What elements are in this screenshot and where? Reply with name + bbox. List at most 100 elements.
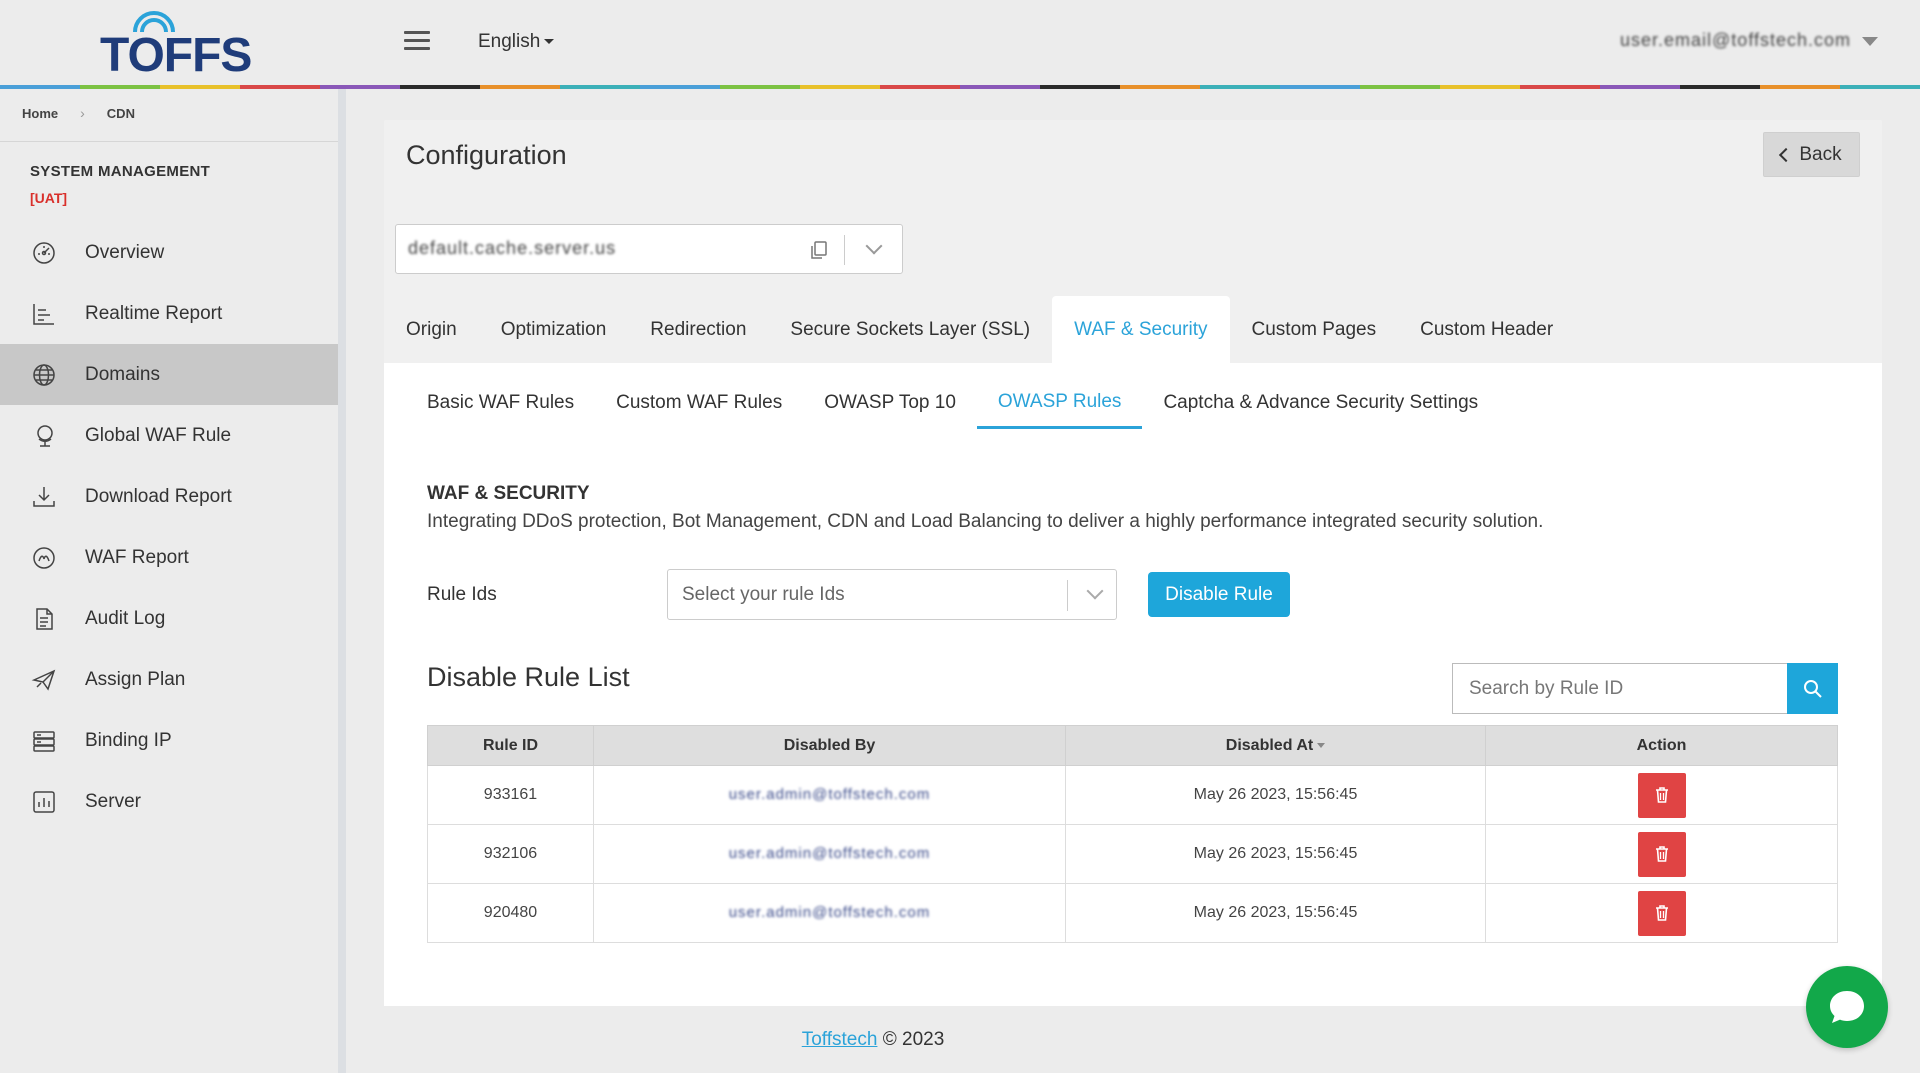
caret-down-icon xyxy=(544,39,555,45)
sidebar-menu: Overview Realtime Report Domains Global … xyxy=(0,222,338,832)
sidebar-item-global-waf-rule[interactable]: Global WAF Rule xyxy=(0,405,338,466)
back-button[interactable]: Back xyxy=(1763,132,1860,177)
chevron-left-icon xyxy=(1779,147,1794,163)
section-description: Integrating DDoS protection, Bot Managem… xyxy=(427,511,1544,532)
disabled-rules-table: Rule ID Disabled By Disabled At Action 9… xyxy=(427,725,1838,943)
back-label: Back xyxy=(1799,143,1842,165)
copy-icon[interactable] xyxy=(808,239,830,261)
rainbow-segment xyxy=(1360,85,1440,89)
sidebar-item-server[interactable]: Server xyxy=(0,771,338,832)
sidebar-item-waf-report[interactable]: WAF Report xyxy=(0,527,338,588)
delete-button[interactable] xyxy=(1637,890,1686,936)
sidebar-item-binding-ip[interactable]: Binding IP xyxy=(0,710,338,771)
language-label: English xyxy=(478,31,541,52)
rule-id-cell: 920480 xyxy=(427,883,594,943)
rule-ids-label: Rule Ids xyxy=(427,584,497,605)
disabled-at-cell: May 26 2023, 15:56:45 xyxy=(1065,824,1486,884)
tab-origin[interactable]: Origin xyxy=(384,296,479,363)
col-disabled-at-label: Disabled At xyxy=(1225,736,1314,754)
rainbow-segment xyxy=(1200,85,1280,89)
document-icon xyxy=(30,605,58,633)
search-icon xyxy=(1803,679,1822,698)
rainbow-segment xyxy=(1840,85,1920,89)
sidebar-item-label: Domains xyxy=(85,363,160,385)
tab-optimization[interactable]: Optimization xyxy=(479,296,629,363)
chat-button[interactable] xyxy=(1806,966,1888,1048)
sidebar-item-realtime-report[interactable]: Realtime Report xyxy=(0,283,338,344)
tab-ssl[interactable]: Secure Sockets Layer (SSL) xyxy=(768,296,1052,363)
sidebar-item-download-report[interactable]: Download Report xyxy=(0,466,338,527)
table-row: 932106 user.admin@toffstech.com May 26 2… xyxy=(427,824,1838,884)
select-separator xyxy=(1067,580,1068,611)
subtab-owasp-rules[interactable]: OWASP Rules xyxy=(976,377,1143,429)
search-button[interactable] xyxy=(1787,663,1838,714)
footer-link[interactable]: Toffstech xyxy=(802,1029,878,1050)
toffs-logo[interactable]: TOFFS xyxy=(100,8,252,82)
sidebar: Home › CDN SYSTEM MANAGEMENT [UAT] Overv… xyxy=(0,89,346,1073)
top-bar: TOFFS English user.email@toffstech.com xyxy=(0,0,1920,89)
rainbow-segment xyxy=(640,85,720,89)
subtab-basic-waf-rules[interactable]: Basic WAF Rules xyxy=(406,377,595,429)
sort-caret-icon xyxy=(1317,742,1326,748)
action-cell xyxy=(1485,883,1838,943)
breadcrumb-current: CDN xyxy=(106,105,135,121)
disabled-by-value: user.admin@toffstech.com xyxy=(728,786,931,803)
search-rule-id-field[interactable] xyxy=(1452,663,1788,714)
rainbow-segment xyxy=(1760,85,1840,89)
sidebar-item-label: Download Report xyxy=(85,485,232,507)
disable-rule-button[interactable]: Disable Rule xyxy=(1148,572,1290,617)
breadcrumb-home[interactable]: Home xyxy=(22,106,58,121)
action-cell xyxy=(1485,765,1838,825)
rainbow-segment xyxy=(1040,85,1120,89)
hamburger-icon[interactable] xyxy=(404,31,430,55)
subtab-owasp-top-10[interactable]: OWASP Top 10 xyxy=(803,377,977,429)
page-title: Configuration xyxy=(406,140,567,170)
divider xyxy=(0,141,338,142)
sidebar-item-assign-plan[interactable]: Assign Plan xyxy=(0,649,338,710)
subtab-custom-waf-rules[interactable]: Custom WAF Rules xyxy=(595,377,803,429)
sidebar-item-domains[interactable]: Domains xyxy=(0,344,338,405)
language-dropdown[interactable]: English xyxy=(478,31,555,53)
dashboard-icon xyxy=(30,239,58,267)
search-input[interactable] xyxy=(1453,664,1788,713)
system-management-title: SYSTEM MANAGEMENT xyxy=(30,163,211,180)
rule-ids-placeholder: Select your rule Ids xyxy=(682,584,845,605)
rainbow-segment xyxy=(1120,85,1200,89)
col-disabled-at[interactable]: Disabled At xyxy=(1065,725,1486,766)
tab-waf-security[interactable]: WAF & Security xyxy=(1052,296,1230,363)
rainbow-segment xyxy=(880,85,960,89)
rule-id-cell: 932106 xyxy=(427,824,594,884)
env-label: [UAT] xyxy=(30,190,68,206)
domain-select[interactable]: default.cache.server.us xyxy=(395,224,903,274)
domain-value: default.cache.server.us xyxy=(408,238,617,258)
chevron-down-icon[interactable] xyxy=(865,237,883,255)
user-menu-caret-icon[interactable] xyxy=(1862,37,1878,46)
rainbow-segment xyxy=(960,85,1040,89)
config-tabs: Origin Optimization Redirection Secure S… xyxy=(384,296,1575,363)
chevron-down-icon[interactable] xyxy=(1086,582,1104,600)
sidebar-item-label: Global WAF Rule xyxy=(85,424,232,446)
tab-custom-pages[interactable]: Custom Pages xyxy=(1230,296,1399,363)
sidebar-item-label: Audit Log xyxy=(85,607,166,629)
rainbow-segment xyxy=(1600,85,1680,89)
sidebar-item-overview[interactable]: Overview xyxy=(0,222,338,283)
breadcrumb: Home › CDN xyxy=(22,105,135,121)
sidebar-item-label: Realtime Report xyxy=(85,302,223,324)
waf-security-panel: Basic WAF Rules Custom WAF Rules OWASP T… xyxy=(384,363,1882,1006)
rainbow-segment xyxy=(1680,85,1760,89)
table-row: 933161 user.admin@toffstech.com May 26 2… xyxy=(427,765,1838,825)
col-disabled-by[interactable]: Disabled By xyxy=(593,725,1066,766)
tab-redirection[interactable]: Redirection xyxy=(628,296,768,363)
rule-id-cell: 933161 xyxy=(427,765,594,825)
delete-button[interactable] xyxy=(1637,772,1686,818)
tab-custom-header[interactable]: Custom Header xyxy=(1398,296,1575,363)
subtab-captcha-settings[interactable]: Captcha & Advance Security Settings xyxy=(1142,377,1499,429)
rainbow-segment xyxy=(1520,85,1600,89)
sidebar-item-audit-log[interactable]: Audit Log xyxy=(0,588,338,649)
trash-icon xyxy=(1655,905,1668,921)
rule-ids-select[interactable]: Select your rule Ids xyxy=(667,569,1117,620)
delete-button[interactable] xyxy=(1637,831,1686,877)
disabled-by-cell: user.admin@toffstech.com xyxy=(593,824,1066,884)
col-rule-id[interactable]: Rule ID xyxy=(427,725,594,766)
rainbow-segment xyxy=(800,85,880,89)
